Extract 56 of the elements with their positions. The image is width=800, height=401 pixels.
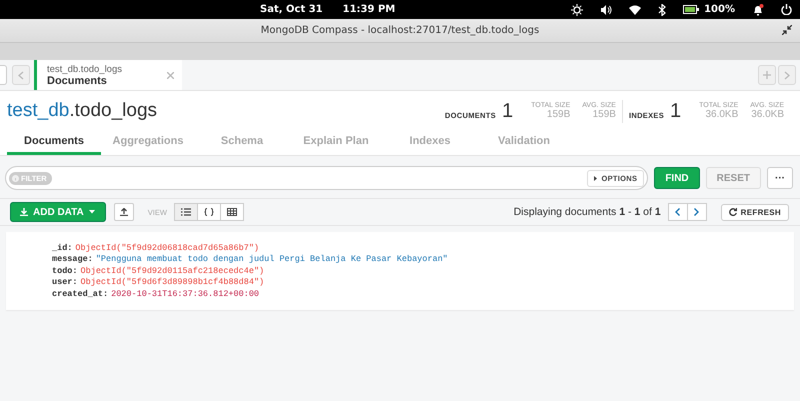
field-name: _id: (52, 243, 72, 253)
plus-icon (763, 71, 771, 79)
size-value: 159B (592, 109, 616, 120)
power-icon[interactable] (781, 4, 792, 15)
stat-count: 1 (670, 100, 682, 122)
view-toggle[interactable] (220, 203, 244, 221)
field-value: 2020-10-31T16:37:36.812+00:00 (111, 288, 260, 299)
tab-view: Documents (47, 74, 107, 86)
view-toggle[interactable] (174, 203, 198, 221)
chevron-left-icon (18, 70, 24, 80)
battery-icon[interactable] (683, 5, 700, 14)
table-icon (226, 208, 237, 216)
workspace-tab[interactable]: test_db.todo_logs Documents (34, 60, 182, 90)
bluetooth-icon[interactable] (658, 4, 666, 16)
size-value: 36.0KB (751, 109, 784, 120)
chevron-right-icon (694, 208, 700, 216)
next-page-button[interactable] (686, 203, 707, 221)
info-icon (12, 174, 19, 182)
size-value: 36.0KB (705, 109, 738, 120)
brightness-icon[interactable] (571, 4, 584, 16)
collection-title: test_db.todo_logs (7, 100, 158, 122)
battery-level: 100% (704, 4, 735, 15)
unmaximize-icon[interactable] (782, 25, 792, 35)
tab-namespace: test_db.todo_logs (47, 64, 122, 74)
field-value: "Pengguna membuat todo dengan judul Pergi Belanja Ke Pasar Kebayoran" (96, 254, 448, 264)
chevron-left-icon (675, 208, 680, 216)
field-value: ObjectId("5f9d6f3d89898b1cf4b88d84") (80, 277, 264, 288)
bell-icon[interactable] (752, 4, 764, 16)
previous-page-button[interactable] (668, 203, 688, 221)
caret-down-icon (88, 210, 95, 214)
refresh-button[interactable]: REFRESH (720, 204, 789, 220)
wifi-icon[interactable] (629, 4, 642, 14)
field-name: user: (52, 277, 78, 288)
clock-time[interactable]: 11:39 PM (342, 4, 396, 15)
caret-icon (594, 176, 598, 180)
size-value: 159B (546, 109, 570, 120)
field-name: created_at: (52, 288, 108, 299)
export-button[interactable] (114, 203, 134, 221)
window-title: MongoDB Compass - localhost:27017/test_db.todo_logs (260, 25, 540, 36)
download-icon (20, 208, 28, 216)
pagination-summary: Displaying documents 1 - 1 of 1 (514, 206, 661, 218)
volume-icon[interactable] (600, 4, 612, 16)
field-name: message: (52, 254, 93, 264)
refresh-icon (728, 208, 737, 216)
field-value: ObjectId("5f9d92d0115afc218ecedc4e") (80, 266, 264, 276)
clock-date[interactable]: Sat, Oct 31 (260, 4, 323, 15)
view-toggle[interactable] (196, 203, 221, 221)
upload-icon (120, 208, 128, 216)
stat-count: 1 (502, 100, 514, 122)
braces-icon (204, 208, 214, 216)
more-button[interactable]: ··· (767, 167, 793, 189)
field-name: todo: (52, 266, 78, 276)
tab-scroll-handle[interactable] (0, 65, 7, 85)
field-value: ObjectId("5f9d92d06818cad7d65a86b7") (75, 243, 260, 253)
list-icon (180, 208, 191, 216)
chevron-right-icon (784, 70, 790, 80)
